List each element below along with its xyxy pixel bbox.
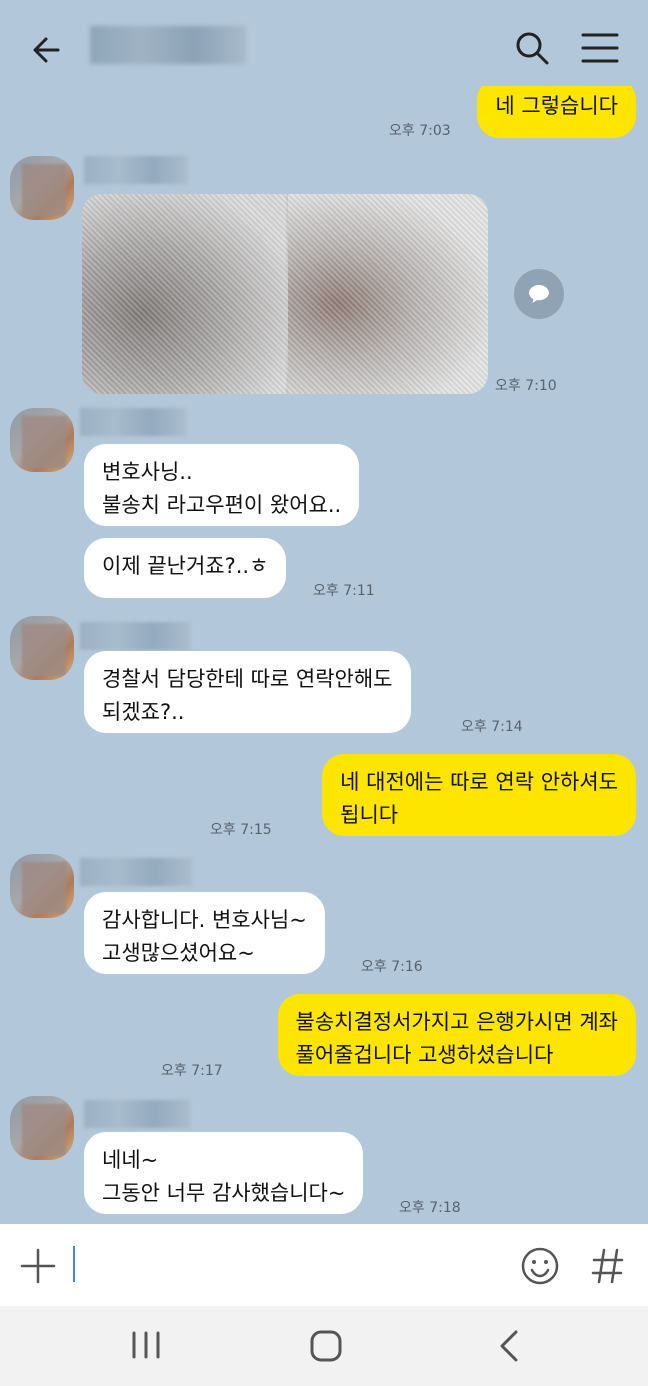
hash-icon[interactable] [590, 1246, 626, 1286]
message-time: 오후 7:15 [210, 822, 272, 838]
hamburger-menu-icon[interactable] [580, 30, 620, 66]
avatar[interactable] [10, 408, 74, 472]
message-time: 오후 7:17 [161, 1063, 223, 1079]
recent-apps-icon[interactable] [128, 1330, 164, 1360]
my-message-bubble[interactable]: 불송치결정서가지고 은행가시면 계좌 풀어줄겁니다 고생하셨습니다 [277, 994, 636, 1076]
emoji-icon[interactable] [520, 1246, 560, 1286]
avatar[interactable] [10, 1096, 74, 1160]
sender-name-redacted [84, 1100, 190, 1128]
message-time: 오후 7:18 [399, 1200, 461, 1216]
their-message-bubble[interactable]: 변호사닝.. 불송치 라고우편이 왔어요.. [84, 444, 360, 526]
sender-name-redacted [80, 622, 190, 650]
their-message-bubble[interactable]: 경찰서 담당한테 따로 연락안해도 되겠죠?.. [84, 651, 411, 733]
plus-icon[interactable] [18, 1246, 58, 1286]
sender-name-redacted [80, 858, 192, 886]
sender-name-redacted [84, 156, 188, 184]
message-time: 오후 7:11 [313, 583, 375, 599]
their-message-bubble[interactable]: 네네~ 그동안 너무 감사했습니다~ [84, 1132, 364, 1214]
speech-bubble-icon [529, 285, 549, 303]
my-message-bubble[interactable]: 네 대전에는 따로 연락 안하셔도 됩니다 [322, 754, 636, 836]
photo-message[interactable] [82, 194, 488, 394]
avatar[interactable] [10, 156, 74, 220]
message-time: 오후 7:16 [361, 959, 423, 975]
search-icon[interactable] [512, 28, 552, 68]
message-time: 오후 7:03 [389, 123, 451, 139]
their-message-bubble[interactable]: 감사합니다. 변호사님~ 고생많으셨어요~ [84, 892, 325, 974]
system-nav-bar [0, 1306, 648, 1386]
message-time: 오후 7:14 [461, 719, 523, 735]
avatar[interactable] [10, 616, 74, 680]
message-time: 오후 7:10 [495, 378, 557, 394]
arrow-left-icon[interactable] [28, 30, 68, 70]
home-icon[interactable] [308, 1328, 344, 1364]
their-message-bubble[interactable]: 이제 끝난거죠?..ㅎ [84, 538, 287, 598]
nav-back-icon[interactable] [494, 1328, 524, 1364]
my-message-bubble[interactable]: 네 그렇습니다 [477, 86, 636, 138]
chat-title-redacted [90, 26, 246, 64]
sender-name-redacted [80, 408, 186, 436]
message-input[interactable] [73, 1246, 75, 1282]
chat-area[interactable]: 네 그렇습니다 오후 7:03 오후 7:10 변호사닝.. 불송치 라고우편이… [0, 86, 648, 1224]
share-button[interactable] [514, 269, 564, 319]
chat-header [0, 0, 648, 96]
message-input-bar [0, 1224, 648, 1306]
avatar[interactable] [10, 854, 74, 918]
